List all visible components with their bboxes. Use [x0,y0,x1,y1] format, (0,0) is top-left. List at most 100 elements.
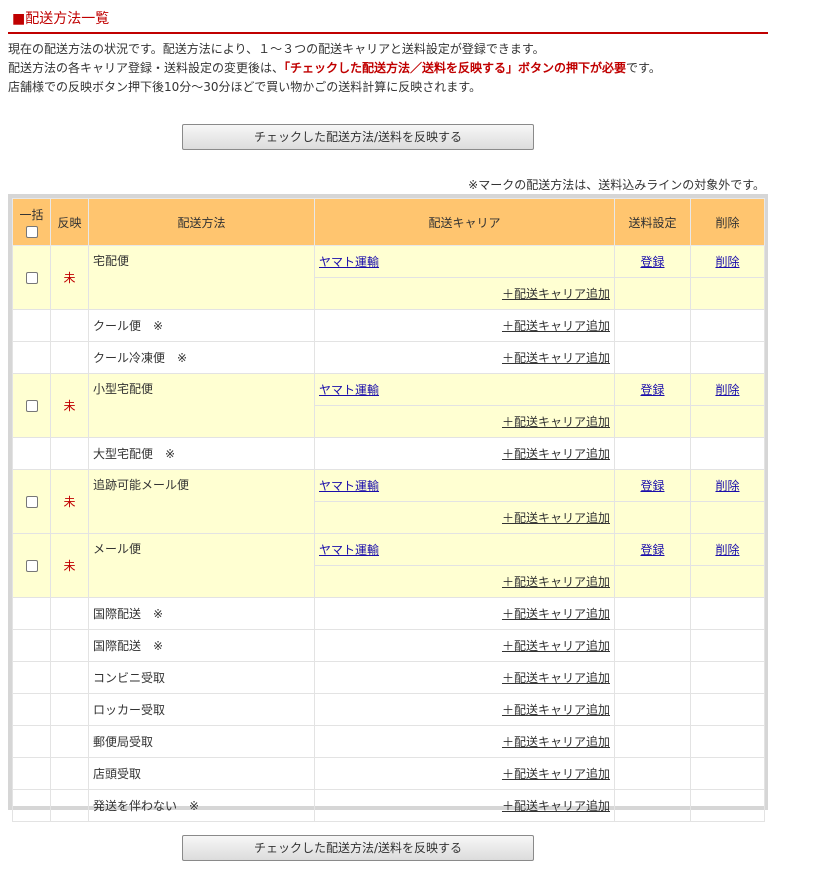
add-carrier-link[interactable]: ＋配送キャリア追加 [502,447,610,461]
header-reflect: 反映 [50,198,89,246]
status-cell [50,341,89,374]
method-name: 店頭受取 [88,757,315,790]
add-carrier-link[interactable]: ＋配送キャリア追加 [502,415,610,429]
delete-cell: 削除 [690,469,765,502]
row-checkbox[interactable] [25,272,38,284]
delete-cell [690,501,765,534]
fee-cell: 登録 [614,469,691,502]
fee-cell [614,341,691,374]
register-link[interactable]: 登録 [640,543,664,557]
add-carrier-link[interactable]: ＋配送キャリア追加 [502,607,610,621]
delete-cell [690,757,765,790]
row-checkbox-cell [12,757,51,790]
status-cell [50,309,89,342]
add-carrier-link[interactable]: ＋配送キャリア追加 [502,511,610,525]
fee-cell [614,277,691,310]
add-carrier-link[interactable]: ＋配送キャリア追加 [502,735,610,749]
delete-cell [690,565,765,598]
fee-cell: 登録 [614,533,691,566]
register-link[interactable]: 登録 [640,255,664,269]
table-row: 国際配送 ※ ＋配送キャリア追加 [12,629,765,662]
row-checkbox-cell [12,725,51,758]
delete-link[interactable]: 削除 [715,479,739,493]
fee-cell [614,693,691,726]
add-carrier-link[interactable]: ＋配送キャリア追加 [502,703,610,717]
table-row: 発送を伴わない ※ ＋配送キャリア追加 [12,789,765,822]
method-name: 国際配送 ※ [88,629,315,662]
fee-cell [614,629,691,662]
table-row: 未 宅配便 ヤマト運輸 登録 削除 [12,245,765,310]
method-name: 発送を伴わない ※ [88,789,315,822]
fee-cell [614,405,691,438]
add-carrier-link[interactable]: ＋配送キャリア追加 [502,351,610,365]
row-checkbox-cell [12,437,51,470]
add-carrier-cell: ＋配送キャリア追加 [314,789,615,822]
add-carrier-link[interactable]: ＋配送キャリア追加 [502,767,610,781]
add-carrier-cell: ＋配送キャリア追加 [314,725,615,758]
description-line-3: 店舗様での反映ボタン押下後10分～30分ほどで買い物かごの送料計算に反映されます… [8,80,482,94]
row-checkbox[interactable] [25,400,38,412]
header-carrier: 配送キャリア [314,198,615,246]
carrier-cell: ヤマト運輸 [314,373,615,406]
delete-link[interactable]: 削除 [715,383,739,397]
delete-cell: 削除 [690,373,765,406]
status-cell [50,757,89,790]
row-checkbox-cell [12,373,51,438]
register-link[interactable]: 登録 [640,383,664,397]
status-cell: 未 [50,469,89,534]
method-name: ロッカー受取 [88,693,315,726]
fee-cell: 登録 [614,245,691,278]
carrier-link[interactable]: ヤマト運輸 [319,479,379,493]
carrier-cell: ヤマト運輸 [314,245,615,278]
carrier-link[interactable]: ヤマト運輸 [319,543,379,557]
header-method: 配送方法 [88,198,315,246]
exclusion-note: ※マークの配送方法は、送料込みラインの対象外です。 [468,178,765,192]
description-line-1: 現在の配送方法の状況です。配送方法により、１～３つの配送キャリアと送料設定が登録… [8,42,545,56]
fee-cell [614,309,691,342]
fee-cell [614,597,691,630]
delete-cell [690,309,765,342]
register-link[interactable]: 登録 [640,479,664,493]
delivery-methods-table: 一括 反映 配送方法 配送キャリア 送料設定 削除 未 宅配便 ヤマト運輸 登録… [8,194,768,822]
row-checkbox-cell [12,693,51,726]
row-checkbox-cell [12,245,51,310]
status-cell: 未 [50,533,89,598]
bulk-select-checkbox[interactable] [25,225,38,238]
table-row: 大型宅配便 ※ ＋配送キャリア追加 [12,437,765,470]
carrier-link[interactable]: ヤマト運輸 [319,383,379,397]
apply-button-bottom[interactable]: チェックした配送方法/送料を反映する [182,835,534,861]
row-checkbox-cell [12,533,51,598]
delete-cell [690,437,765,470]
method-name: 郵便局受取 [88,725,315,758]
carrier-link[interactable]: ヤマト運輸 [319,255,379,269]
status-cell [50,725,89,758]
delete-cell [690,277,765,310]
add-carrier-link[interactable]: ＋配送キャリア追加 [502,639,610,653]
add-carrier-link[interactable]: ＋配送キャリア追加 [502,319,610,333]
add-carrier-cell: ＋配送キャリア追加 [314,757,615,790]
table-row: 郵便局受取 ＋配送キャリア追加 [12,725,765,758]
delete-link[interactable]: 削除 [715,543,739,557]
add-carrier-link[interactable]: ＋配送キャリア追加 [502,799,610,813]
row-checkbox[interactable] [25,560,38,572]
table-row: コンビニ受取 ＋配送キャリア追加 [12,661,765,694]
fee-cell [614,437,691,470]
add-carrier-link[interactable]: ＋配送キャリア追加 [502,287,610,301]
row-checkbox[interactable] [25,496,38,508]
delete-link[interactable]: 削除 [715,255,739,269]
delete-cell [690,789,765,822]
add-carrier-link[interactable]: ＋配送キャリア追加 [502,575,610,589]
row-checkbox-cell [12,309,51,342]
header-delete: 削除 [690,198,765,246]
table-row: 国際配送 ※ ＋配送キャリア追加 [12,597,765,630]
description-line-2-a: 配送方法の各キャリア登録・送料設定の変更後は、 [8,61,285,75]
header-bulk-label: 一括 [19,208,44,223]
row-checkbox-cell [12,469,51,534]
fee-cell [614,757,691,790]
add-carrier-link[interactable]: ＋配送キャリア追加 [502,671,610,685]
status-cell [50,789,89,822]
fee-cell [614,565,691,598]
add-carrier-cell: ＋配送キャリア追加 [314,629,615,662]
row-checkbox-cell [12,661,51,694]
apply-button-top[interactable]: チェックした配送方法/送料を反映する [182,124,534,150]
